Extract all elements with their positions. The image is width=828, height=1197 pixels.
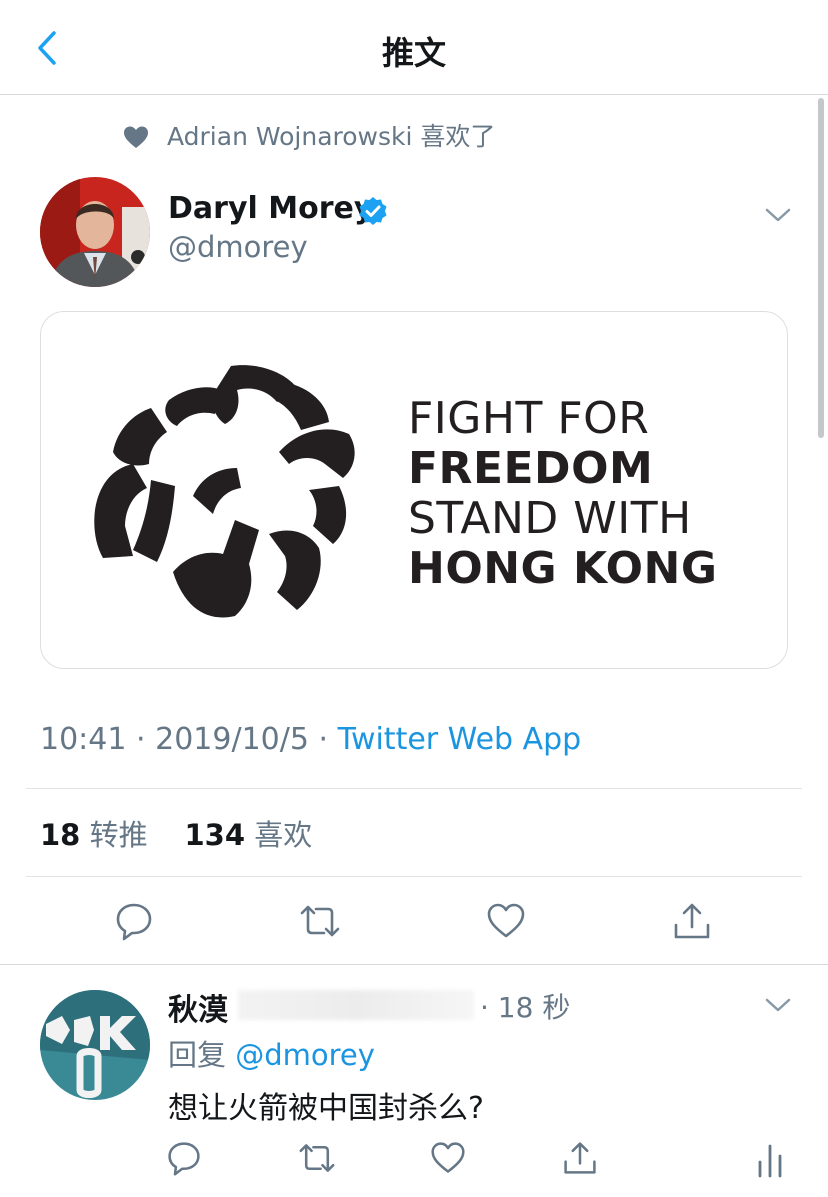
divider [0,964,828,965]
retweets-stat[interactable]: 18 转推 [40,818,148,852]
redacted-handle [238,990,474,1020]
author-avatar[interactable] [40,177,150,287]
retweet-count: 18 [40,818,81,852]
retweet-label: 转推 [89,818,148,852]
likes-stat[interactable]: 134 喜欢 [184,818,312,852]
reply-icon[interactable] [114,901,154,941]
author-handle[interactable]: @dmorey [168,230,308,264]
like-label: 喜欢 [254,818,313,852]
card-line-3: STAND WITH [408,493,692,544]
meta-separator: · [136,722,146,757]
page-title: 推文 [381,34,446,72]
author-name[interactable]: Daryl Morey [168,191,373,226]
reply-text: 想让火箭被中国封杀么? [168,1091,484,1126]
divider [26,876,802,877]
verified-badge-icon [359,197,387,225]
chevron-down-icon[interactable] [764,206,792,224]
meta-separator: · [318,722,329,757]
scrollbar[interactable] [818,98,824,438]
tweet-time: 10:41 [40,722,127,757]
media-card[interactable]: FIGHT FOR FREEDOM STAND WITH HONG KONG [40,311,788,669]
card-line-2: FREEDOM [408,443,654,494]
reply-time: · 18 秒 [480,991,571,1024]
chevron-down-icon[interactable] [764,996,792,1014]
tweet-meta: 10:41 · 2019/10/5 · Twitter Web App [40,722,581,757]
card-text: FIGHT FOR FREEDOM STAND WITH HONG KONG [408,394,717,594]
retweet-icon[interactable] [300,901,340,941]
share-icon[interactable] [672,901,712,941]
reply-author-name[interactable]: 秋漠 [168,985,228,1029]
tweet-stats: 18 转推 134 喜欢 [40,812,312,854]
bauhinia-logo [94,365,355,618]
analytics-icon[interactable] [752,1142,788,1178]
card-line-1: FIGHT FOR [408,393,650,444]
retweet-icon[interactable] [299,1140,335,1176]
tweet-date: 2019/10/5 [155,722,309,757]
share-icon[interactable] [562,1140,598,1176]
replying-to: 回复 @dmorey [168,1032,375,1074]
mention-link[interactable]: @dmorey [235,1038,375,1072]
reply-prefix: 回复 [168,1038,227,1072]
reply-icon[interactable] [166,1140,202,1176]
heart-icon [124,126,148,148]
like-count: 134 [184,818,246,852]
like-icon[interactable] [430,1140,466,1176]
tweet-source-link[interactable]: Twitter Web App [338,722,582,757]
card-line-4: HONG KONG [408,543,718,594]
reply-author-avatar[interactable] [40,990,150,1100]
divider [26,788,802,789]
social-context-text: Adrian Wojnarowski 喜欢了 [167,122,496,151]
like-icon[interactable] [486,901,526,941]
